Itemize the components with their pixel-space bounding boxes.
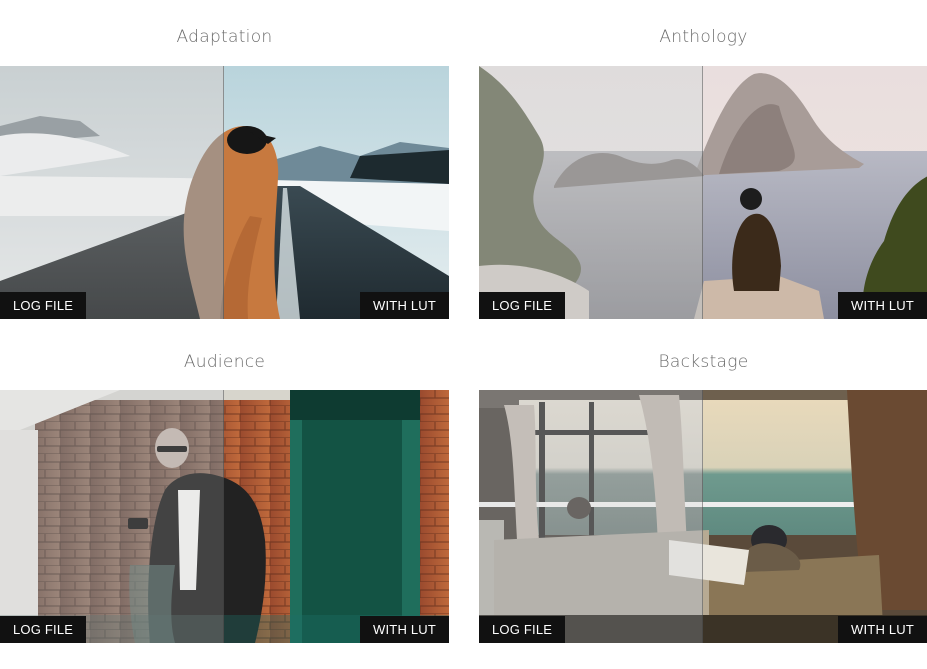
card-title: Audience (183, 352, 266, 372)
card-title: Anthology (659, 27, 748, 47)
slider-handle[interactable] (702, 66, 703, 319)
before-image (479, 66, 703, 319)
lut-card-adaptation: Adaptation LOG FILE WITH LUT (0, 0, 449, 320)
before-after-slider[interactable]: LOG FILE WITH LUT (0, 390, 449, 643)
before-after-slider[interactable]: LOG FILE WITH LUT (479, 66, 927, 319)
after-image (224, 66, 449, 319)
slider-handle[interactable] (223, 390, 224, 643)
after-image (703, 66, 927, 319)
lut-card-backstage: Backstage LOG FILE WITH LUT (479, 325, 927, 645)
slider-handle[interactable] (223, 66, 224, 319)
after-image (703, 390, 927, 643)
log-file-label: LOG FILE (0, 616, 87, 643)
log-file-label: LOG FILE (479, 292, 566, 319)
after-image (224, 390, 449, 643)
before-image (0, 390, 224, 643)
slider-handle[interactable] (702, 390, 703, 643)
lut-card-audience: Audience LOG FILE WITH LUT (0, 325, 449, 645)
card-title: Adaptation (176, 27, 273, 47)
card-title: Backstage (658, 352, 749, 372)
with-lut-label: WITH LUT (360, 616, 449, 643)
with-lut-label: WITH LUT (838, 292, 927, 319)
before-after-slider[interactable]: LOG FILE WITH LUT (479, 390, 927, 643)
with-lut-label: WITH LUT (838, 616, 927, 643)
before-image (479, 390, 703, 643)
with-lut-label: WITH LUT (360, 292, 449, 319)
log-file-label: LOG FILE (479, 616, 566, 643)
before-image (0, 66, 224, 319)
lut-card-anthology: Anthology LOG FILE WITH LUT (479, 0, 927, 320)
before-after-slider[interactable]: LOG FILE WITH LUT (0, 66, 449, 319)
log-file-label: LOG FILE (0, 292, 87, 319)
